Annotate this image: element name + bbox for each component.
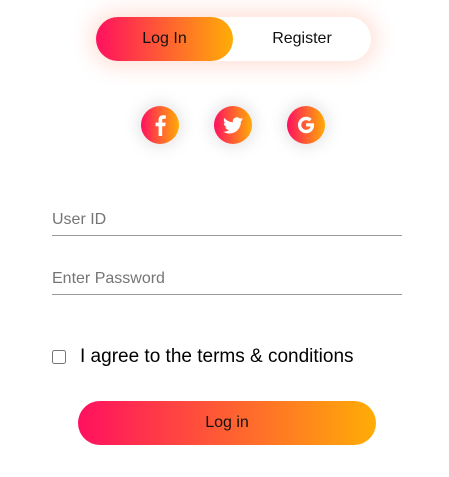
terms-checkbox[interactable] — [52, 350, 66, 364]
facebook-icon — [150, 114, 170, 136]
terms-row: I agree to the terms & conditions — [52, 346, 354, 368]
google-icon — [295, 114, 317, 136]
login-tab-button[interactable]: Log In — [96, 17, 233, 61]
twitter-icon — [223, 116, 243, 134]
twitter-login-button[interactable] — [214, 106, 252, 144]
facebook-login-button[interactable] — [141, 106, 179, 144]
user-id-input[interactable] — [52, 205, 402, 236]
auth-mode-toggle: Log In Register — [96, 17, 371, 61]
login-submit-button[interactable]: Log in — [78, 401, 376, 445]
terms-label: I agree to the terms & conditions — [80, 346, 354, 367]
register-tab-button[interactable]: Register — [233, 17, 371, 61]
password-input[interactable] — [52, 264, 402, 295]
login-page: Log In Register I agree to the terms & c… — [0, 0, 449, 477]
google-login-button[interactable] — [287, 106, 325, 144]
